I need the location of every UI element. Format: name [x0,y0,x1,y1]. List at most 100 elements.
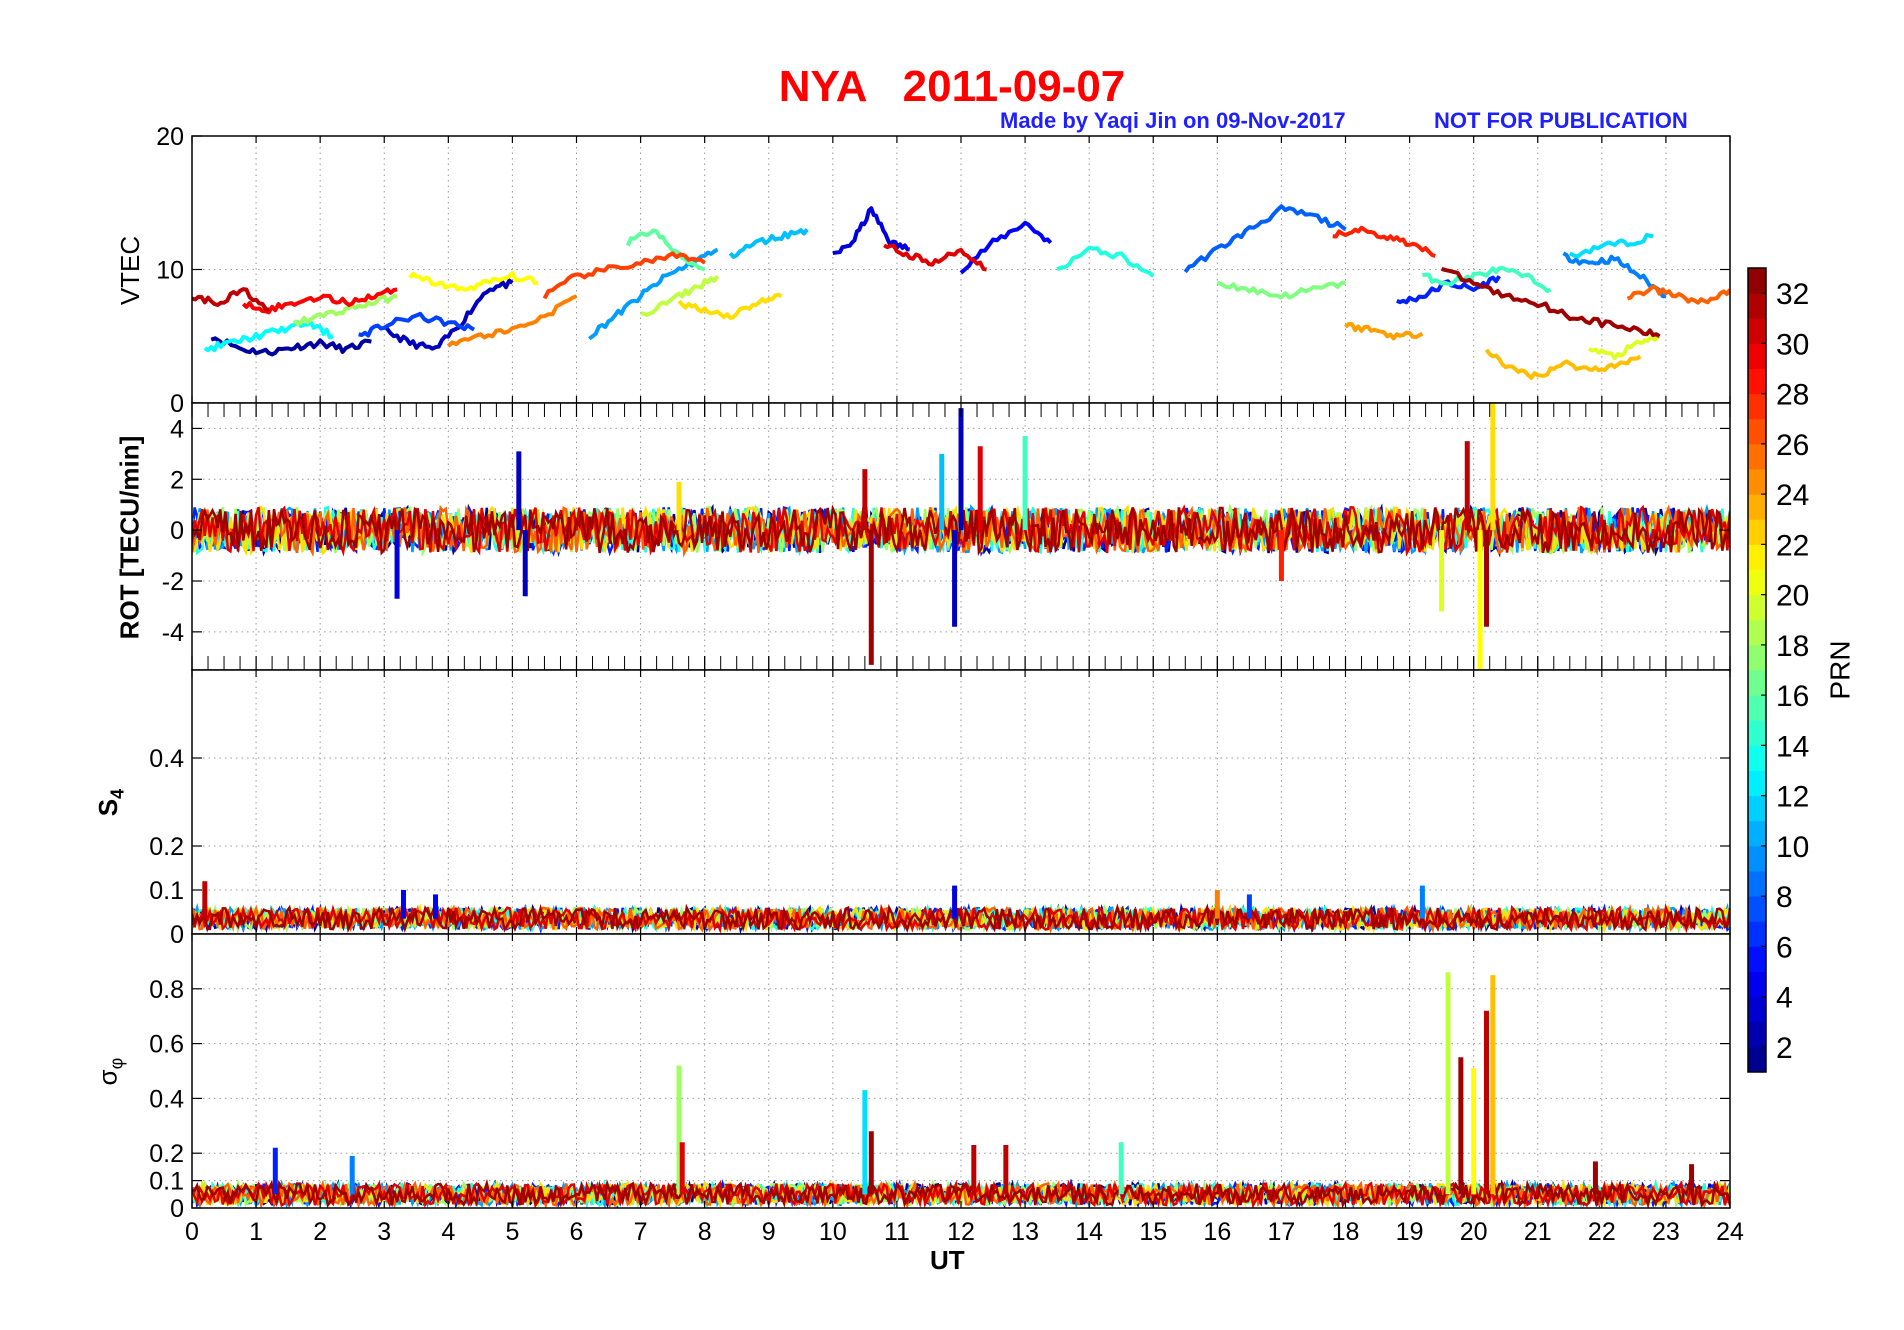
colorbar-tick-label: 10 [1776,831,1809,864]
colorbar-segment [1748,871,1766,897]
colorbar-tick-label: 32 [1776,278,1809,311]
x-tick-label: 4 [441,1218,455,1246]
y-tick-label: 4 [170,415,184,443]
x-tick-label: 19 [1396,1218,1424,1246]
colorbar-segment [1748,971,1766,998]
colorbar-segment [1748,469,1766,495]
vtec-axis-label: VTEC [114,235,145,305]
colorbar-segment [1748,1046,1766,1073]
y-tick-label: 0.4 [149,1085,184,1113]
y-tick-label: 0 [170,1195,184,1223]
colorbar-segment [1748,268,1766,294]
colorbar-tick-label: 18 [1776,630,1809,663]
y-tick-label: 0.1 [149,1168,184,1196]
x-tick-label: 6 [570,1218,584,1246]
colorbar-tick-label: 4 [1776,982,1793,1015]
x-tick-label: 10 [819,1218,847,1246]
colorbar-segment [1748,443,1766,470]
colorbar-segment [1748,418,1766,445]
colorbar-segment [1748,368,1766,395]
colorbar-tick-label: 22 [1776,529,1809,562]
colorbar-tick-label: 16 [1776,680,1809,713]
colorbar-tick-label: 30 [1776,328,1809,361]
s4-axis-label: S4 [92,788,127,816]
colorbar-segment [1748,770,1766,797]
colorbar-segment [1748,393,1766,420]
x-tick-label: 22 [1588,1218,1616,1246]
x-tick-label: 0 [185,1218,199,1246]
x-tick-label: 2 [313,1218,327,1246]
x-tick-label: 1 [249,1218,263,1246]
x-tick-label: 13 [1011,1218,1039,1246]
x-tick-label: 9 [762,1218,776,1246]
colorbar-segment [1748,795,1766,822]
colorbar-segment [1748,1021,1766,1048]
colorbar-segment [1748,820,1766,847]
x-tick-label: 11 [884,1218,910,1246]
x-tick-label: 23 [1652,1218,1680,1246]
colorbar-segment [1748,845,1766,872]
colorbar-segment [1748,293,1766,319]
colorbar-tick-label: 2 [1776,1032,1793,1065]
colorbar-segment [1748,695,1766,721]
rot-axis-label: ROT [TECU/min] [114,435,145,639]
colorbar-label: PRN [1824,640,1856,700]
y-tick-label: -2 [162,568,184,596]
x-tick-label: 14 [1075,1218,1103,1246]
colorbar-segment [1748,670,1766,696]
colorbar-segment [1748,720,1766,746]
colorbar-segment [1748,318,1766,344]
colorbar-segment [1748,343,1766,369]
y-tick-label: 0 [170,517,184,545]
x-tick-label: 18 [1332,1218,1360,1246]
panel-s4: 0 0.1 0.2 0.4 [149,669,1731,949]
colorbar-segment [1748,921,1766,947]
colorbar-segment [1748,544,1766,570]
chart-canvas: 01020-4-202400.10.20.400.10.20.40.60.80 1… [149,123,1809,1246]
x-tick-label: 8 [698,1218,712,1246]
y-tick-label: 0 [170,390,184,418]
x-tick-label: 15 [1139,1218,1167,1246]
colorbar-tick-label: 14 [1776,730,1809,763]
colorbar-segment [1748,619,1766,646]
colorbar-segment [1748,569,1766,596]
plot-area [192,934,1730,1208]
colorbar-tick-label: 28 [1776,379,1809,412]
colorbar-segment [1748,644,1766,671]
colorbar-segment [1748,946,1766,972]
sigma-phi-axis-label: σφ [92,1057,127,1085]
colorbar-segment [1748,594,1766,621]
x-tick-label: 3 [377,1218,391,1246]
colorbar-tick-label: 6 [1776,931,1793,964]
colorbar-segment [1748,896,1766,922]
x-tick-label: 5 [505,1218,519,1246]
x-tick-label: 12 [947,1218,975,1246]
colorbar-tick-label: 20 [1776,580,1809,613]
y-tick-label: 0.4 [149,745,184,773]
panel-sigma_phi: 00.10.20.40.60.80 1 2 3 4 5 6 7 8 9 10 11 12 13 14 15 16… [149,933,1744,1246]
panel-vtec: 0 10 20 [156,123,1731,418]
x-tick-label: 7 [634,1218,648,1246]
y-tick-label: 0.1 [149,877,184,905]
x-tick-label: 16 [1203,1218,1231,1246]
colorbar-segment [1748,996,1766,1023]
x-tick-label: 20 [1460,1218,1488,1246]
x-axis-label: UT [930,1245,965,1275]
x-tick-label: 17 [1268,1218,1296,1246]
y-tick-label: 2 [170,466,184,494]
y-tick-label: 10 [156,257,184,285]
x-tick-label: 21 [1524,1218,1552,1246]
y-tick-label: 0.2 [149,1140,184,1168]
colorbar-tick-label: 8 [1776,881,1793,914]
panel-rot: -4 -2 0 2 4 [162,402,1731,671]
y-tick-label: 20 [156,123,184,151]
x-tick-label: 24 [1716,1218,1744,1246]
colorbar-segment [1748,494,1766,520]
colorbar-tick-label: 12 [1776,781,1809,814]
y-tick-label: 0 [170,921,184,949]
colorbar: 2468101214161820222426283032 [1747,267,1809,1073]
colorbar-segment [1748,745,1766,771]
colorbar-tick-label: 24 [1776,479,1809,512]
colorbar-segment [1748,519,1766,545]
colorbar-tick-label: 26 [1776,429,1809,462]
